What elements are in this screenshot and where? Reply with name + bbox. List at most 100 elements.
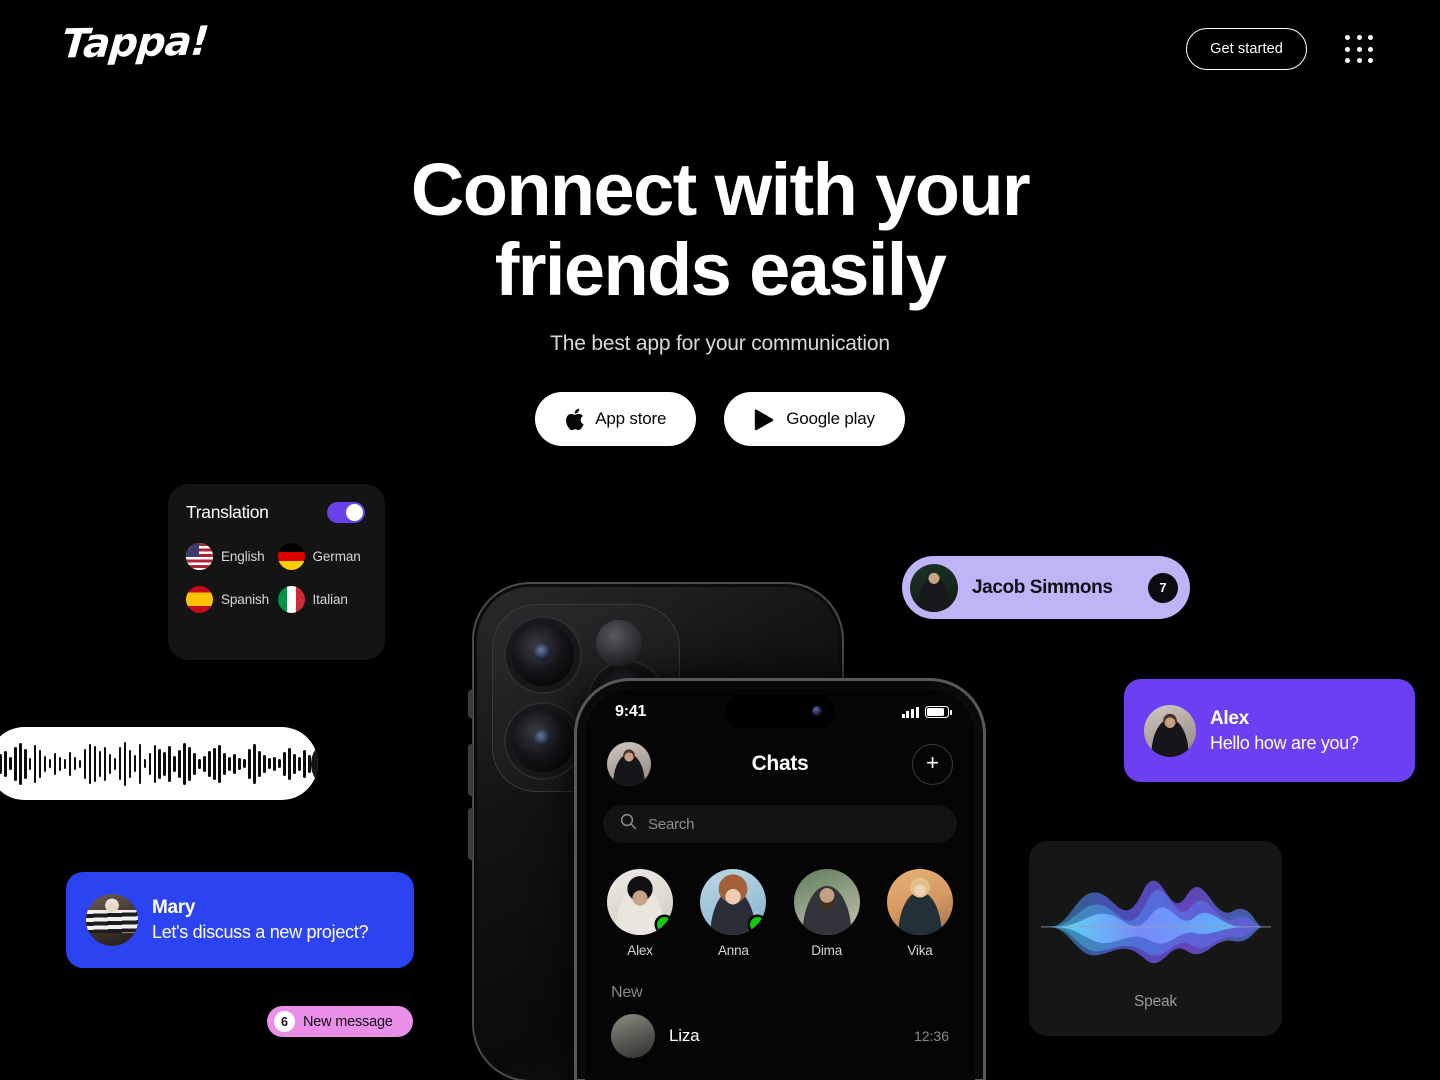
waveform-bar [223, 752, 226, 775]
waveform-bar [273, 756, 276, 771]
waveform-bar [148, 752, 152, 775]
language-label: German [312, 549, 361, 564]
waveform-bar [168, 745, 172, 782]
apple-icon [565, 408, 584, 431]
waveform-bar [113, 757, 117, 770]
grid-dot [1345, 46, 1350, 52]
google-play-icon [754, 408, 775, 431]
contact-name: Vika [907, 943, 933, 958]
hero-section: Connect with your friends easily The bes… [0, 150, 1440, 446]
language-list: English German Spanish Italian [186, 543, 365, 613]
user-avatar[interactable] [607, 742, 651, 786]
message-body: Mary Let's discuss a new project? [152, 897, 368, 943]
waveform-bar [263, 754, 266, 773]
language-label: English [221, 549, 265, 564]
waveform-bar [213, 747, 216, 780]
waveform-bar [218, 744, 221, 783]
language-item-italian[interactable]: Italian [277, 586, 366, 613]
contact-item-anna[interactable]: Anna [700, 869, 767, 958]
message-card-mary[interactable]: Mary Let's discuss a new project? [66, 872, 414, 968]
language-item-english[interactable]: English [186, 543, 274, 570]
message-text: Let's discuss a new project? [152, 922, 369, 942]
waveform-bar [143, 759, 147, 768]
chat-name: Liza [669, 1026, 700, 1045]
brand-logo[interactable]: Tappa! [60, 18, 210, 67]
grid-dot [1368, 58, 1374, 64]
app-store-button[interactable]: App store [535, 392, 697, 446]
language-item-spanish[interactable]: Spanish [186, 586, 274, 613]
grid-dot [1368, 46, 1374, 52]
contact-item-alex[interactable]: Alex [607, 869, 673, 958]
waveform-bar [53, 752, 57, 775]
search-input[interactable]: Search [603, 805, 957, 843]
chat-list-item-liza[interactable]: Liza 12:36 [585, 1002, 975, 1058]
new-message-label: New message [303, 1013, 393, 1030]
camera-flash [596, 620, 642, 666]
google-play-button[interactable]: Google play [724, 392, 905, 446]
waveform-bar [58, 756, 62, 771]
waveform-bar [198, 758, 201, 769]
waveform-bar [48, 759, 52, 768]
new-chat-button[interactable]: + [912, 743, 953, 785]
app-store-label: App store [595, 409, 667, 428]
waveform-bar [203, 755, 206, 772]
waveform-bar [33, 744, 37, 783]
waveform-bar [163, 751, 167, 776]
grid-menu-icon[interactable] [1345, 35, 1375, 65]
message-text: Hello how are you? [1210, 732, 1359, 753]
phone-front-mockup: 9:41 Chats + Search Alex Anna Dima Vika … [574, 678, 986, 1080]
waveform-bar [123, 741, 127, 786]
contact-item-dima[interactable]: Dima [793, 869, 860, 958]
language-item-german[interactable]: German [277, 543, 366, 570]
waveform-bar [8, 757, 12, 770]
language-label: Italian [312, 592, 348, 607]
waveform-bar [108, 753, 112, 774]
status-time: 9:41 [615, 703, 647, 720]
waveform-bar [253, 743, 256, 784]
waveform-bar [278, 759, 281, 768]
waveform-bar [233, 753, 236, 774]
contact-chip-jacob[interactable]: Jacob Simmons 7 [902, 556, 1190, 619]
waveform-bar [3, 750, 7, 777]
microphone-button[interactable] [310, 736, 318, 791]
waveform-bar [268, 758, 271, 769]
new-message-badge[interactable]: 6 New message [267, 1006, 413, 1037]
phone-volume-up [468, 744, 473, 796]
waveform-bar [73, 757, 77, 770]
message-card-alex[interactable]: Alex Hello how are you? [1124, 679, 1415, 782]
waveform-bar [283, 751, 286, 776]
waveform-bar [153, 744, 157, 783]
speak-card[interactable]: Speak [1029, 841, 1282, 1036]
voice-message-bar[interactable] [0, 727, 318, 800]
translation-title: Translation [186, 502, 269, 522]
hero-heading-line1: Connect with your [410, 148, 1031, 231]
avatar [910, 563, 958, 612]
hero-heading-line2: friends easily [494, 228, 947, 311]
get-started-label: Get started [1210, 41, 1283, 57]
contact-item-vika[interactable]: Vika [886, 869, 953, 958]
contact-name: Anna [717, 943, 749, 958]
new-message-count: 6 [274, 1011, 295, 1032]
waveform-bar [288, 747, 291, 780]
waveform-bar [248, 748, 251, 779]
grid-dot [1368, 35, 1374, 40]
dynamic-island [726, 695, 834, 727]
site-header: Tappa! Get started [0, 0, 1440, 100]
status-bar: 9:41 [585, 689, 975, 735]
waveform-bar [68, 751, 72, 776]
waveform-bar [173, 755, 177, 772]
translation-toggle[interactable] [327, 502, 365, 523]
waveform-bar [298, 756, 301, 771]
get-started-button[interactable]: Get started [1186, 28, 1307, 70]
phone-volume-down [468, 808, 473, 860]
toggle-knob [346, 504, 363, 521]
front-camera-icon [812, 706, 822, 716]
grid-dot [1356, 58, 1362, 64]
waveform-bar [103, 746, 107, 781]
store-buttons: App store Google play [0, 392, 1440, 446]
waveform-bar [228, 756, 231, 771]
waveform-bar [158, 748, 162, 779]
camera-lens [506, 704, 580, 778]
grid-dot [1345, 35, 1350, 40]
section-header-new: New [611, 984, 643, 1001]
